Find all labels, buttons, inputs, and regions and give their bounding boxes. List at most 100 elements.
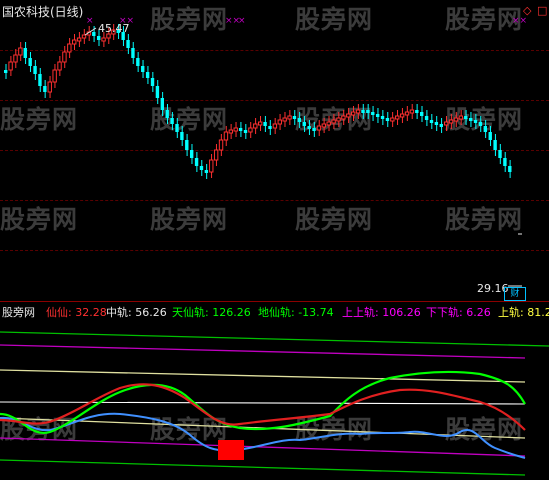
- price-candlestick-chart[interactable]: × ×× ×× × ××: [0, 0, 549, 300]
- candle-body: [238, 128, 243, 131]
- candle-body: [4, 70, 8, 73]
- candle-body: [223, 131, 229, 141]
- candle-body: [488, 132, 492, 140]
- candle-body: [321, 123, 327, 128]
- candle-body: [126, 40, 130, 48]
- candle-body: [458, 115, 464, 120]
- candle-body: [473, 120, 478, 123]
- dixian-band-line: [0, 459, 526, 476]
- candle-body: [493, 140, 497, 150]
- candle-body: [341, 115, 346, 120]
- candle-body: [170, 118, 174, 124]
- candle-body: [429, 120, 434, 123]
- candle-body: [443, 121, 449, 126]
- candle-body: [366, 110, 370, 113]
- square-icon[interactable]: □: [537, 4, 547, 17]
- red-indicator-line: [0, 383, 526, 431]
- candle-body: [292, 116, 297, 119]
- candle-body: [297, 118, 302, 122]
- candle-body: [218, 139, 224, 151]
- candle-body: [395, 115, 400, 120]
- candle-body: [277, 119, 282, 125]
- indicator-chart[interactable]: [0, 320, 549, 480]
- candle-body: [101, 37, 106, 42]
- candle-body: [194, 158, 199, 166]
- candle-body: [287, 115, 292, 120]
- candle-body: [272, 123, 278, 129]
- candle-body: [508, 166, 512, 172]
- candle-body: [380, 116, 385, 119]
- xiaxia-band-line: [0, 437, 526, 457]
- indicator-label-shangshanggui: 上上轨: 106.26: [342, 306, 421, 319]
- candle-body: [189, 150, 194, 158]
- candle-body: [165, 110, 169, 118]
- candle-body: [8, 61, 13, 71]
- indicator-header: 股旁网 仙仙: 32.28 中轨: 56.26 天仙轨: 126.26 地仙轨:…: [0, 304, 549, 320]
- candle-body: [453, 117, 459, 122]
- candle-body: [434, 122, 439, 125]
- candle-body: [199, 166, 204, 170]
- candle-body: [204, 170, 209, 173]
- signal-marker-icon: ×: [86, 16, 94, 26]
- candle-body: [464, 116, 468, 119]
- diamond-icon[interactable]: ◇: [523, 4, 531, 17]
- scroll-tag-icon[interactable]: 财: [504, 287, 526, 301]
- candle-body: [498, 150, 502, 158]
- candle-body: [228, 129, 234, 134]
- candle-body: [385, 118, 390, 121]
- candle-body: [38, 74, 42, 86]
- candle-body: [415, 110, 419, 113]
- candle-body: [243, 130, 248, 133]
- indicator-label-dixiangui: 地仙轨: -13.74: [258, 306, 334, 319]
- candle-body: [248, 127, 253, 133]
- candle-body: [155, 86, 160, 98]
- pane-divider[interactable]: [0, 301, 549, 302]
- candle-body: [312, 128, 316, 131]
- candle-body: [404, 111, 410, 116]
- candle-body: [52, 69, 57, 83]
- indicator-name[interactable]: 股旁网: [2, 304, 35, 320]
- indicator-label-xianxian: 仙仙: 32.28: [46, 306, 107, 319]
- candle-body: [390, 117, 395, 122]
- candle-body: [336, 117, 341, 122]
- tianxian-band-line: [0, 331, 549, 347]
- candle-body: [268, 126, 272, 129]
- candle-body: [503, 158, 507, 166]
- candle-body: [448, 119, 454, 124]
- candle-body: [18, 47, 23, 56]
- candle-body: [131, 48, 135, 58]
- candle-body: [326, 121, 331, 126]
- candle-body: [233, 127, 238, 132]
- candle-body: [180, 132, 184, 140]
- candle-body: [33, 66, 37, 74]
- candle-body: [141, 66, 145, 72]
- indicator-label-tianxiangui: 天仙轨: 126.26: [172, 306, 251, 319]
- candle-body: [282, 117, 287, 122]
- candle-body: [175, 124, 179, 132]
- candle-body: [57, 61, 62, 71]
- candle-body: [361, 110, 365, 113]
- candle-body: [253, 123, 258, 129]
- candle-body: [209, 159, 214, 173]
- candle-body: [145, 72, 150, 78]
- candle-body: [43, 86, 47, 92]
- candle-body: [92, 32, 96, 36]
- candle-body: [355, 109, 361, 114]
- candle-body: [409, 109, 415, 114]
- zhong-band-line: [0, 401, 526, 405]
- candle-body: [62, 51, 67, 63]
- candle-body: [399, 113, 405, 118]
- candle-body: [375, 114, 380, 117]
- candle-body: [350, 111, 356, 116]
- candle-body: [13, 54, 18, 63]
- shangshang-band-line: [0, 344, 526, 359]
- indicator-label-xiaxiagui: 下下轨: 6.26: [426, 306, 491, 319]
- indicator-label-zhonggui: 中轨: 56.26: [106, 306, 167, 319]
- candle-body: [150, 78, 155, 86]
- candle-body: [258, 121, 263, 126]
- candle-body: [263, 122, 267, 126]
- candle-body: [371, 112, 375, 115]
- candle-body: [316, 125, 322, 131]
- candle-body: [424, 116, 429, 120]
- candle-body: [76, 37, 82, 42]
